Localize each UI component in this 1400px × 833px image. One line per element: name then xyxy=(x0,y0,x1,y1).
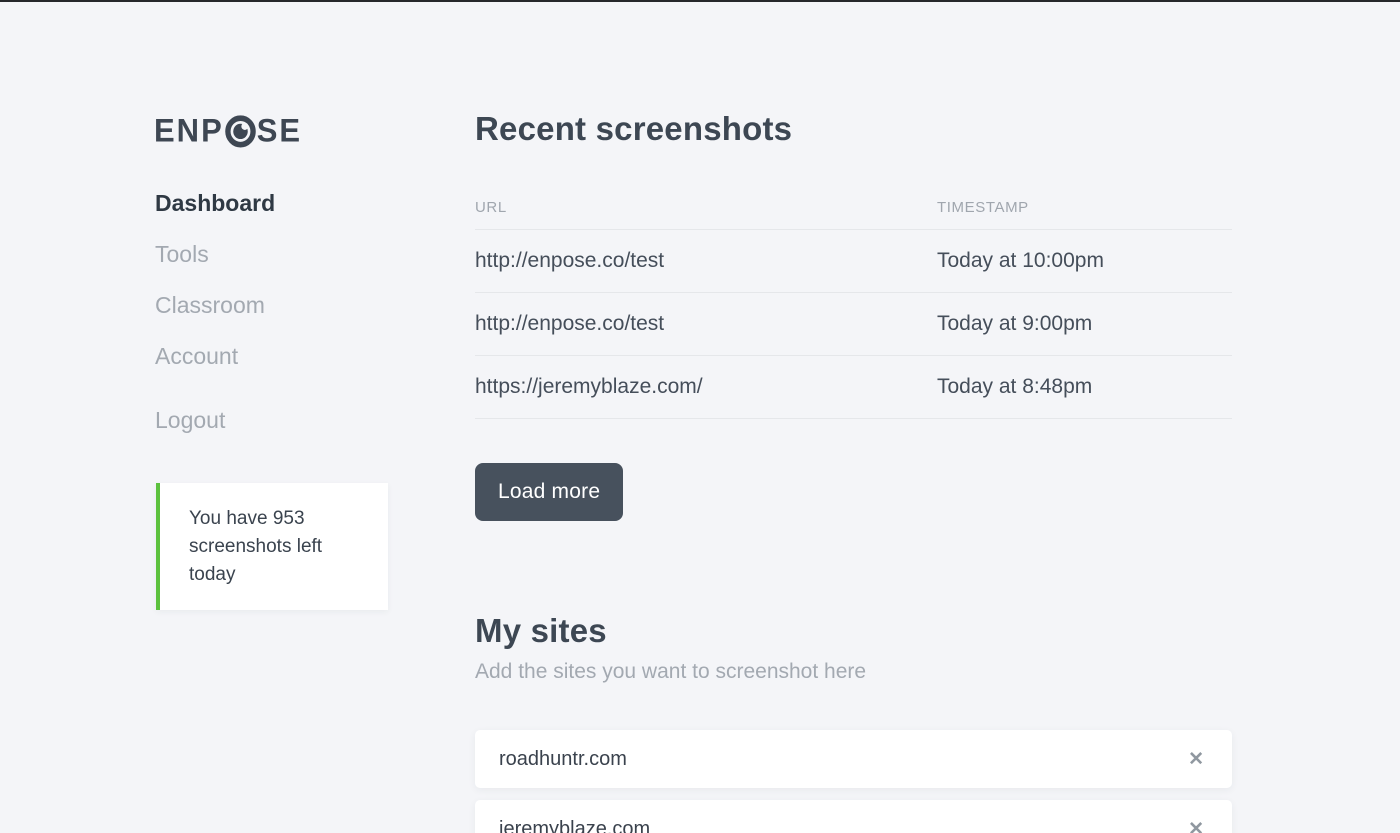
recent-screenshots-table: URL TIMESTAMP http://enpose.co/test Toda… xyxy=(475,186,1232,419)
column-header-timestamp: TIMESTAMP xyxy=(937,199,1029,216)
table-row[interactable]: http://enpose.co/test Today at 10:00pm xyxy=(475,230,1232,293)
site-input-row[interactable]: roadhuntr.com ✕ xyxy=(475,730,1232,788)
main-content: Recent screenshots URL TIMESTAMP http://… xyxy=(475,0,1232,833)
column-header-url: URL xyxy=(475,199,937,216)
screenshot-timestamp: Today at 9:00pm xyxy=(937,312,1092,336)
table-row[interactable]: https://jeremyblaze.com/ Today at 8:48pm xyxy=(475,356,1232,419)
quota-card: You have 953 screenshots left today xyxy=(156,483,388,610)
enpose-logo: ENP SE xyxy=(154,112,394,150)
screenshot-timestamp: Today at 8:48pm xyxy=(937,375,1092,399)
sidebar-item-logout[interactable]: Logout xyxy=(155,407,275,434)
screenshot-url: http://enpose.co/test xyxy=(475,249,937,273)
table-row[interactable]: http://enpose.co/test Today at 9:00pm xyxy=(475,293,1232,356)
quota-text: You have 953 screenshots left today xyxy=(189,505,362,589)
site-name: jeremyblaze.com xyxy=(499,818,650,833)
screenshot-timestamp: Today at 10:00pm xyxy=(937,249,1104,273)
logo-text-right: SE xyxy=(257,112,302,150)
my-sites-subtitle: Add the sites you want to screenshot her… xyxy=(475,660,866,684)
sidebar-nav: Dashboard Tools Classroom Account Logout xyxy=(155,190,275,458)
screenshot-url: http://enpose.co/test xyxy=(475,312,937,336)
remove-site-icon[interactable]: ✕ xyxy=(1188,750,1204,769)
sidebar-item-dashboard[interactable]: Dashboard xyxy=(155,190,275,217)
sidebar-item-account[interactable]: Account xyxy=(155,343,275,370)
site-input-row[interactable]: jeremyblaze.com ✕ xyxy=(475,800,1232,833)
load-more-button[interactable]: Load more xyxy=(475,463,623,521)
my-sites-title: My sites xyxy=(475,612,607,650)
sidebar: ENP SE Dashboard Tools Classroom Account… xyxy=(154,112,394,148)
recent-screenshots-title: Recent screenshots xyxy=(475,110,792,148)
screenshot-url: https://jeremyblaze.com/ xyxy=(475,375,937,399)
site-name: roadhuntr.com xyxy=(499,748,627,771)
logo-text-left: ENP xyxy=(154,112,224,150)
sidebar-item-classroom[interactable]: Classroom xyxy=(155,292,275,319)
camera-lens-icon xyxy=(225,115,256,148)
sidebar-item-tools[interactable]: Tools xyxy=(155,241,275,268)
table-header-row: URL TIMESTAMP xyxy=(475,186,1232,230)
remove-site-icon[interactable]: ✕ xyxy=(1188,820,1204,833)
